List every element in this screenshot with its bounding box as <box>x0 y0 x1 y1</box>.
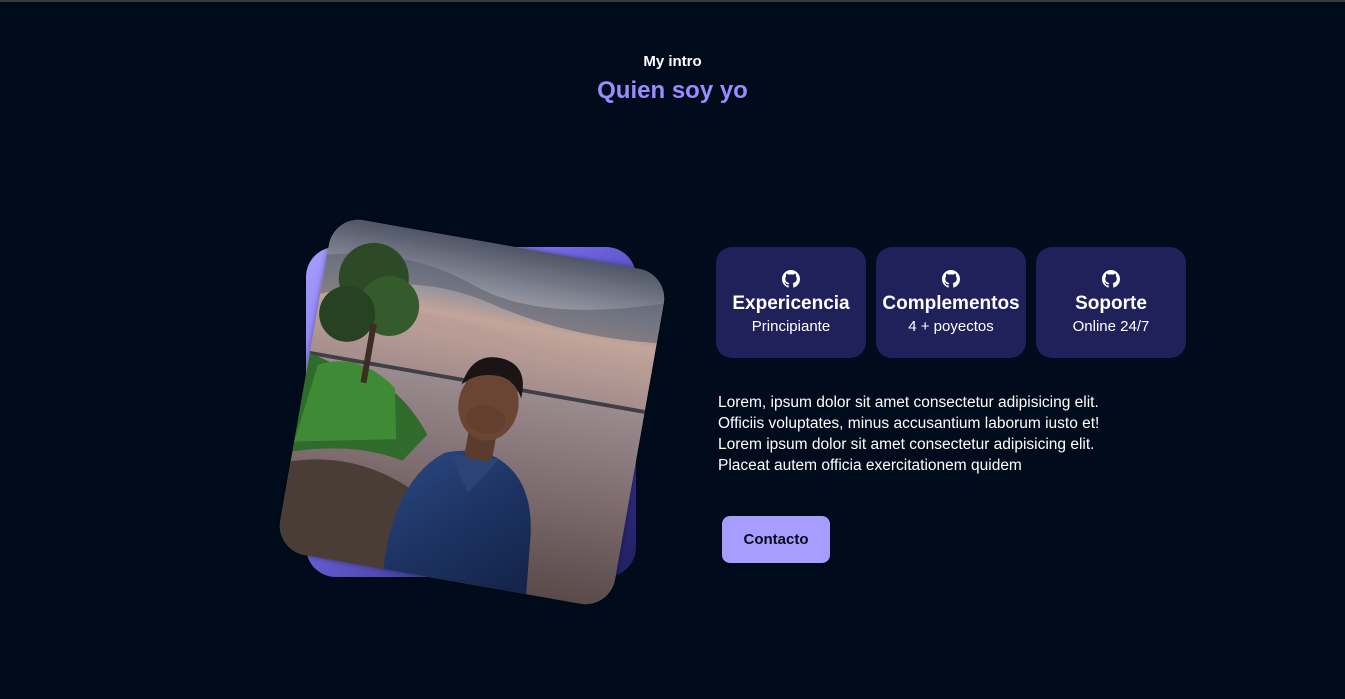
section-subtitle: My intro <box>643 53 702 70</box>
card-subtitle: 4 + poyectos <box>908 318 994 335</box>
window-top-border <box>0 0 1345 2</box>
card-experience: Expericencia Principiante <box>716 247 866 358</box>
card-support: Soporte Online 24/7 <box>1036 247 1186 358</box>
section-title: Quien soy yo <box>597 77 748 104</box>
card-title: Soporte <box>1075 293 1147 314</box>
github-icon <box>942 270 960 288</box>
card-complements: Complementos 4 + poyectos <box>876 247 1026 358</box>
section-header: My intro Quien soy yo <box>0 52 1345 108</box>
card-title: Expericencia <box>732 293 850 314</box>
contact-button[interactable]: Contacto <box>722 516 830 563</box>
github-icon <box>782 270 800 288</box>
card-subtitle: Online 24/7 <box>1072 318 1150 335</box>
github-icon <box>1102 270 1120 288</box>
card-title: Complementos <box>882 293 1020 314</box>
card-subtitle: Principiante <box>751 318 831 335</box>
about-description: Lorem, ipsum dolor sit amet consectetur … <box>718 394 1100 474</box>
info-cards: Expericencia Principiante Complementos 4… <box>716 247 1186 358</box>
profile-photo <box>275 215 669 609</box>
